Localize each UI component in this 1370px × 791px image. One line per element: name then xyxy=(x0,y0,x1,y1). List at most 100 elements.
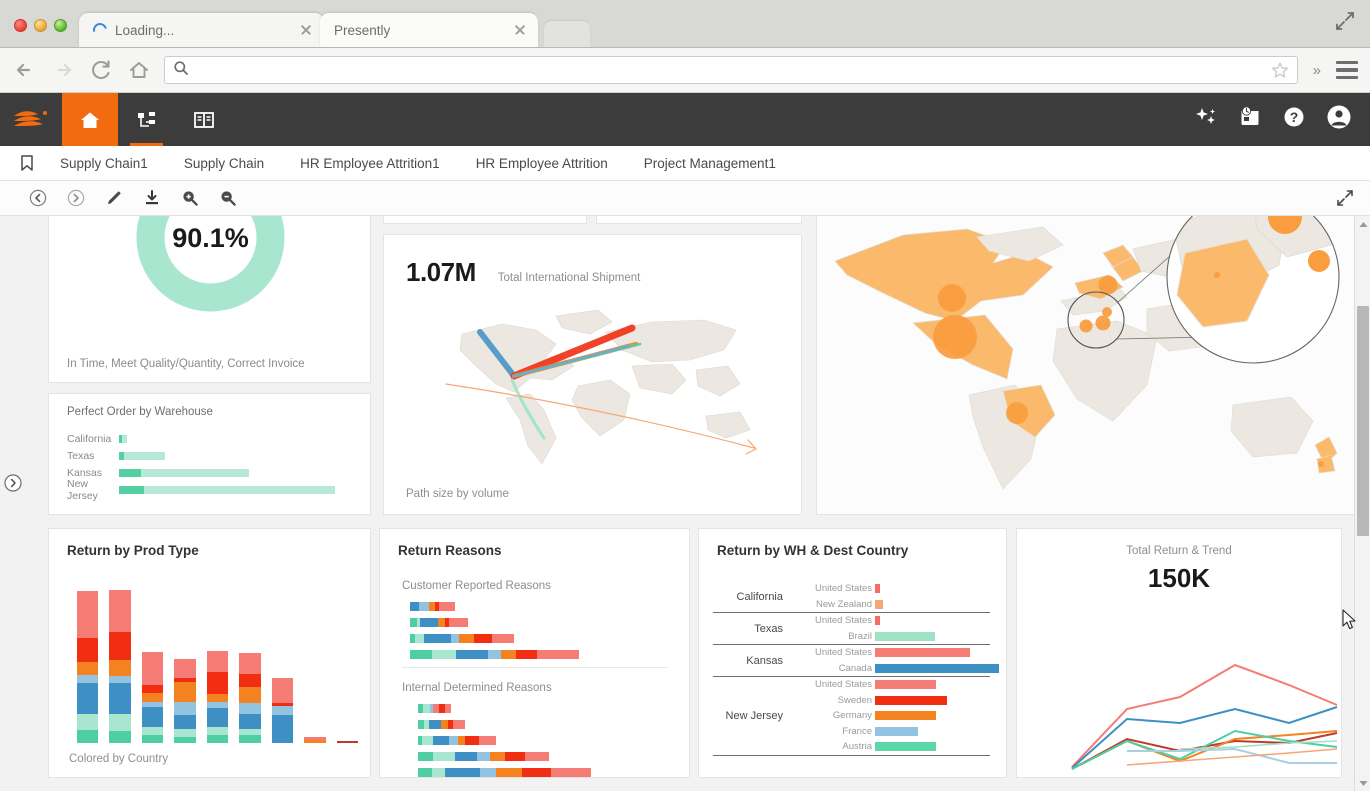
wh-row[interactable]: Brazil xyxy=(791,629,990,645)
download-icon[interactable] xyxy=(142,188,162,208)
window-controls xyxy=(0,19,79,47)
panel-international-shipment[interactable]: 1.07M Total International Shipment Path … xyxy=(383,234,802,515)
hbar-row[interactable] xyxy=(418,736,689,745)
panel-return-by-prod-type[interactable]: Return by Prod Type Colored by Country xyxy=(48,528,371,778)
bar-column[interactable] xyxy=(239,653,261,743)
spinner-icon xyxy=(90,20,110,40)
hbar-row[interactable] xyxy=(410,618,689,627)
bar-column[interactable] xyxy=(141,652,164,743)
wh-row[interactable]: New Zealand xyxy=(791,597,990,613)
warehouse-label: Texas xyxy=(67,449,95,462)
wh-group-kansas[interactable]: Kansas United States Canada xyxy=(713,645,999,677)
bookmark-icon[interactable] xyxy=(12,154,42,172)
wh-row[interactable]: United States xyxy=(791,645,990,661)
stacked-bar-chart[interactable] xyxy=(77,590,358,743)
account-icon[interactable] xyxy=(1326,104,1352,135)
wh-group-new-jersey[interactable]: New Jersey United States Sweden Germany … xyxy=(713,677,990,756)
fullscreen-icon[interactable] xyxy=(1334,10,1356,32)
hbar-row[interactable] xyxy=(410,634,689,643)
dashboard-tab-supply-chain[interactable]: Supply Chain xyxy=(166,156,282,171)
redo-circle-icon[interactable] xyxy=(66,188,86,208)
zoom-in-icon[interactable] xyxy=(180,188,200,208)
address-bar[interactable] xyxy=(164,56,1298,84)
pencil-icon[interactable] xyxy=(104,188,124,208)
world-bubble-map[interactable] xyxy=(817,216,1355,514)
bar-column[interactable] xyxy=(304,737,326,743)
close-icon[interactable] xyxy=(298,22,314,38)
panel-perfect-order[interactable]: 90.1% In Time, Meet Quality/Quantity, Co… xyxy=(48,216,371,383)
hamburger-icon[interactable] xyxy=(1336,61,1358,79)
bar-column[interactable] xyxy=(206,651,229,743)
panel-perfect-order-by-warehouse[interactable]: Perfect Order by Warehouse California Te… xyxy=(48,393,371,515)
bar-column[interactable] xyxy=(271,678,294,743)
warehouse-row[interactable]: California xyxy=(67,430,358,447)
star-icon[interactable] xyxy=(1271,61,1289,79)
app-nav-hierarchy[interactable] xyxy=(118,93,175,146)
warehouse-name: California xyxy=(736,590,783,603)
reload-icon[interactable] xyxy=(88,57,114,83)
vertical-scrollbar[interactable] xyxy=(1354,216,1370,791)
warehouse-row[interactable]: New Jersey xyxy=(67,478,358,502)
home-icon[interactable] xyxy=(126,57,152,83)
wh-row[interactable]: United States xyxy=(791,613,990,629)
browser-tab-loading[interactable]: Loading... xyxy=(79,13,324,47)
scroll-down-button[interactable] xyxy=(1355,775,1370,791)
zoom-out-icon[interactable] xyxy=(218,188,238,208)
expand-icon[interactable] xyxy=(1336,189,1354,212)
flow-map-footer: Path size by volume xyxy=(406,488,509,500)
dashboard-tab-hr-employee-attrition1[interactable]: HR Employee Attrition1 xyxy=(282,156,458,171)
dashboard-tab-hr-employee-attrition[interactable]: HR Employee Attrition xyxy=(458,156,626,171)
hbar-row[interactable] xyxy=(410,602,689,611)
wh-row[interactable]: France xyxy=(791,724,990,740)
panel-return-by-wh-dest-country[interactable]: Return by WH & Dest Country California U… xyxy=(698,528,1007,778)
hbar-row[interactable] xyxy=(418,720,689,729)
wh-row[interactable]: United States xyxy=(791,677,990,693)
scrollbar-thumb[interactable] xyxy=(1357,306,1369,536)
trend-line-chart[interactable] xyxy=(1017,627,1343,777)
internal-determined-bars[interactable] xyxy=(380,704,689,777)
bar-column[interactable] xyxy=(109,590,131,743)
new-tab-button[interactable] xyxy=(544,21,590,47)
panel-shipment-bubble-map[interactable] xyxy=(816,216,1356,515)
wh-group-texas[interactable]: Texas United States Brazil xyxy=(713,613,990,645)
sparkle-icon[interactable] xyxy=(1194,105,1218,134)
minimize-window-button[interactable] xyxy=(34,19,47,32)
warehouse-row[interactable]: Texas xyxy=(67,447,358,464)
panel-return-reasons[interactable]: Return Reasons Customer Reported Reasons xyxy=(379,528,690,778)
browser-tab-presently[interactable]: Presently xyxy=(320,13,538,47)
schedule-icon[interactable] xyxy=(1238,105,1262,134)
arrow-left-icon[interactable] xyxy=(12,57,38,83)
wh-row[interactable]: Canada xyxy=(791,661,999,677)
hbar-row[interactable] xyxy=(418,768,689,777)
hbar-row[interactable] xyxy=(410,650,689,659)
customer-reported-bars[interactable] xyxy=(380,602,689,659)
arrow-right-icon[interactable] xyxy=(50,57,76,83)
wh-row[interactable]: United States xyxy=(791,581,990,597)
bar-column[interactable] xyxy=(77,591,99,743)
wh-row[interactable]: Austria xyxy=(791,739,990,755)
undo-circle-icon[interactable] xyxy=(28,188,48,208)
app-nav-library[interactable] xyxy=(175,93,232,146)
bar-column[interactable] xyxy=(336,741,358,743)
world-flow-map[interactable] xyxy=(384,288,803,478)
hbar-row[interactable] xyxy=(418,704,689,713)
wh-row[interactable]: Sweden xyxy=(791,693,990,709)
wh-group-california[interactable]: California United States New Zealand xyxy=(713,581,990,613)
close-window-button[interactable] xyxy=(14,19,27,32)
browser-window: Loading... Presently » ? Supply Chain1 S… xyxy=(0,0,1370,791)
dashboard-tab-supply-chain1[interactable]: Supply Chain1 xyxy=(42,156,166,171)
overflow-chevron-icon[interactable]: » xyxy=(1310,62,1324,79)
close-icon[interactable] xyxy=(512,22,528,38)
scroll-up-button[interactable] xyxy=(1355,216,1370,232)
cut-off-card-left xyxy=(383,216,587,224)
wh-row[interactable]: Germany xyxy=(791,708,990,724)
bar-column[interactable] xyxy=(174,659,196,743)
hbar-row[interactable] xyxy=(418,752,689,761)
wave-logo[interactable] xyxy=(0,93,62,146)
help-icon[interactable]: ? xyxy=(1282,105,1306,134)
chevron-right-circle-icon[interactable] xyxy=(4,474,22,492)
app-nav-home[interactable] xyxy=(62,93,118,146)
panel-total-return-trend[interactable]: Total Return & Trend 150K xyxy=(1016,528,1342,778)
maximize-window-button[interactable] xyxy=(54,19,67,32)
dashboard-tab-project-management1[interactable]: Project Management1 xyxy=(626,156,794,171)
